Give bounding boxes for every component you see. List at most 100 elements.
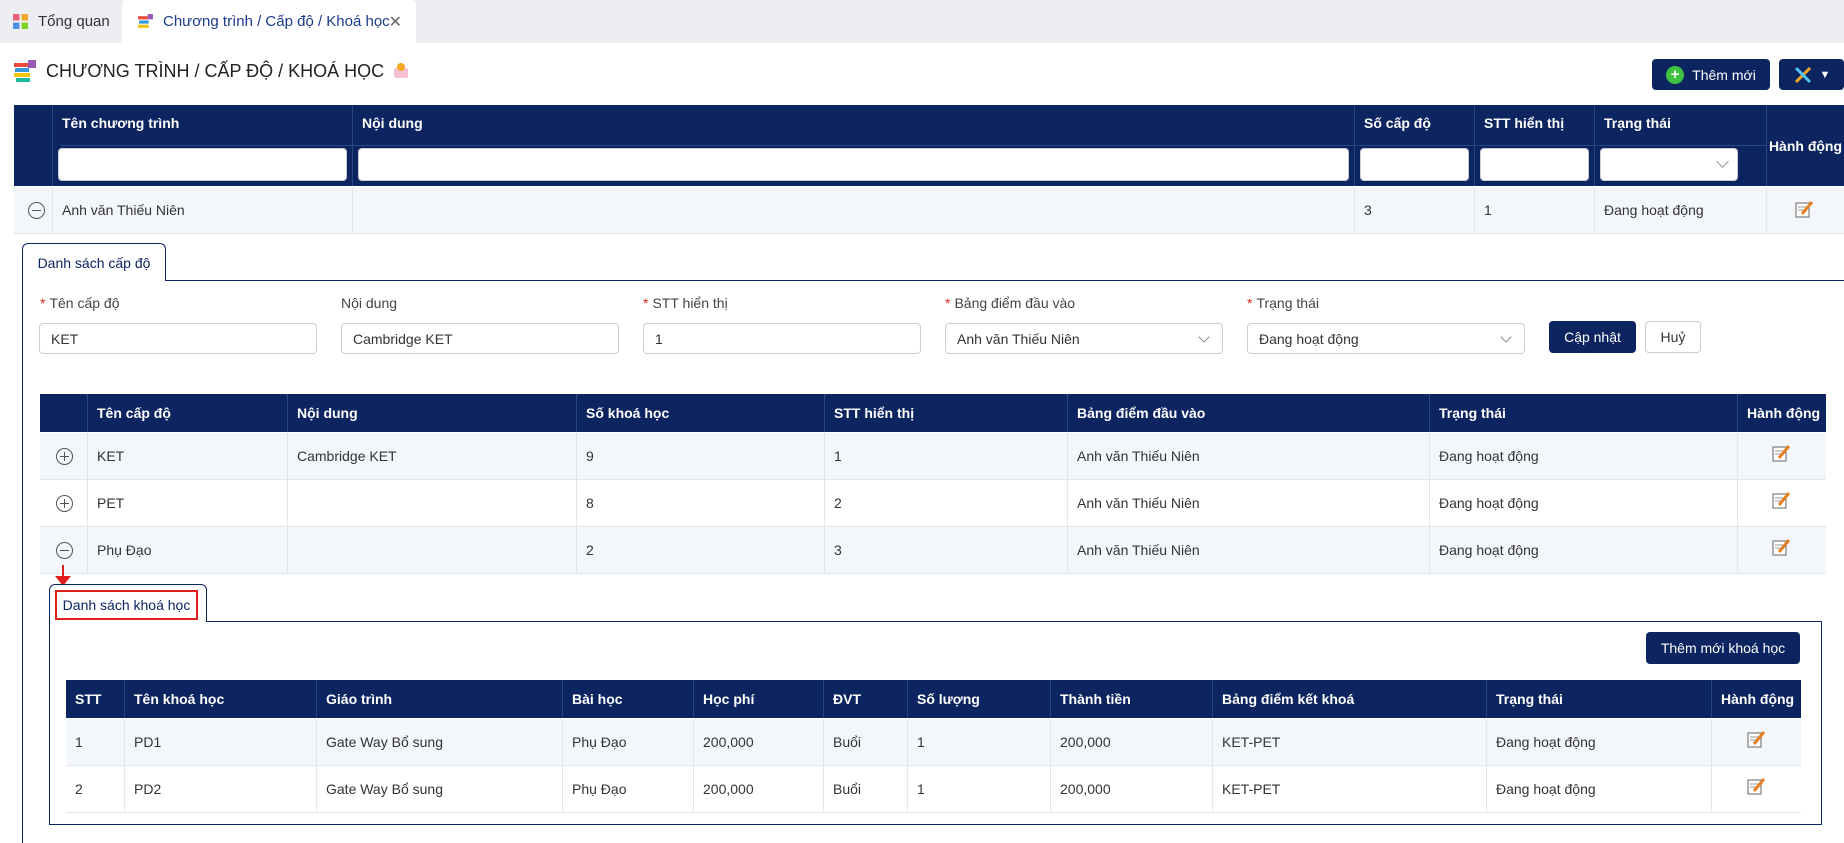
plus-circle-icon: +	[1666, 65, 1685, 84]
cancel-button[interactable]: Huỷ	[1645, 321, 1701, 353]
table-row[interactable]: Anh văn Thiếu Niên 3 1 Đang hoạt động	[14, 187, 1844, 234]
col-action: Hành động	[1766, 105, 1844, 186]
level-col-content: Nội dung	[287, 394, 576, 432]
col-status-label: Trạng thái	[1604, 115, 1671, 131]
program-levels-cell: 3	[1354, 187, 1474, 233]
edit-icon[interactable]	[1771, 537, 1791, 557]
program-name-cell: Anh văn Thiếu Niên	[52, 187, 352, 233]
course-fee-cell: 200,000	[693, 719, 823, 765]
level-order-cell: 2	[824, 480, 1067, 526]
col-display-order-label: STT hiển thị	[1484, 115, 1565, 131]
table-row[interactable]: 1 PD1 Gate Way Bổ sung Phụ Đạo 200,000 B…	[66, 719, 1801, 766]
level-content-input[interactable]: Cambridge KET	[341, 323, 619, 354]
edit-icon[interactable]	[1771, 443, 1791, 463]
course-col-status: Trạng thái	[1486, 680, 1711, 718]
course-status-cell: Đang hoạt động	[1486, 766, 1711, 812]
table-row[interactable]: 2 PD2 Gate Way Bổ sung Phụ Đạo 200,000 B…	[66, 766, 1801, 813]
level-content-label: Nội dung	[341, 295, 398, 311]
level-score-cell: Anh văn Thiếu Niên	[1067, 433, 1429, 479]
filter-display-order-input[interactable]	[1480, 148, 1589, 181]
edit-icon[interactable]	[1746, 729, 1766, 749]
expand-icon[interactable]	[56, 495, 73, 512]
level-col-action: Hành động	[1737, 394, 1826, 432]
tab-overview[interactable]: Tổng quan	[12, 0, 110, 43]
course-book-cell: Gate Way Bổ sung	[316, 766, 562, 812]
program-content-cell	[352, 187, 1354, 233]
level-name-cell: KET	[87, 433, 287, 479]
level-content-cell: Cambridge KET	[287, 433, 576, 479]
level-content-cell	[287, 480, 576, 526]
level-order-cell: 3	[824, 527, 1067, 573]
tab-level-list[interactable]: Danh sách cấp độ	[22, 243, 166, 281]
add-course-button[interactable]: Thêm mới khoá học	[1646, 632, 1800, 664]
level-score-cell: Anh văn Thiếu Niên	[1067, 480, 1429, 526]
collapse-icon[interactable]	[56, 542, 73, 559]
caret-down-icon: ▼	[1819, 68, 1831, 81]
level-status-select[interactable]: Đang hoạt động	[1247, 323, 1525, 354]
level-score-select[interactable]: Anh văn Thiếu Niên	[945, 323, 1223, 354]
course-col-action: Hành động	[1711, 680, 1801, 718]
level-col-course-count: Số khoá học	[576, 394, 824, 432]
table-row[interactable]: KET Cambridge KET 9 1 Anh văn Thiếu Niên…	[40, 433, 1826, 480]
level-courses-cell: 8	[576, 480, 824, 526]
table-row[interactable]: Phụ Đạo 2 3 Anh văn Thiếu Niên Đang hoạt…	[40, 527, 1826, 574]
add-new-label: Thêm mới	[1692, 66, 1756, 83]
course-table-header: STT Tên khoá học Giáo trình Bài học Học …	[66, 680, 1801, 718]
level-score-value: Anh văn Thiếu Niên	[957, 330, 1080, 347]
col-level-count-label: Số cấp độ	[1364, 115, 1431, 131]
level-order-input[interactable]: 1	[643, 323, 921, 354]
course-col-name: Tên khoá học	[124, 680, 316, 718]
edit-icon[interactable]	[1794, 199, 1814, 219]
add-new-button[interactable]: + Thêm mới	[1652, 59, 1770, 90]
course-col-unit: ĐVT	[823, 680, 907, 718]
tools-dropdown-button[interactable]: ▼	[1779, 59, 1844, 90]
level-order-cell: 1	[824, 433, 1067, 479]
col-action-label: Hành động	[1768, 137, 1843, 154]
level-status-cell: Đang hoạt động	[1429, 480, 1737, 526]
course-unit-cell: Buổi	[823, 719, 907, 765]
edit-icon[interactable]	[1746, 776, 1766, 796]
level-action-cell	[1737, 433, 1826, 479]
level-order-label: * STT hiển thị	[643, 295, 728, 311]
col-display-order: STT hiển thị	[1474, 105, 1594, 186]
filter-program-name-input[interactable]	[58, 148, 347, 181]
level-status-value: Đang hoạt động	[1259, 330, 1359, 347]
course-action-cell	[1711, 719, 1801, 765]
level-courses-cell: 2	[576, 527, 824, 573]
course-name-cell: PD2	[124, 766, 316, 812]
level-col-name: Tên cấp độ	[87, 394, 287, 432]
filter-status-select[interactable]	[1600, 148, 1738, 181]
col-content: Nội dung	[352, 105, 1354, 186]
update-button[interactable]: Cập nhật	[1549, 321, 1636, 353]
tab-level-list-label: Danh sách cấp độ	[37, 254, 151, 271]
level-name-label: * Tên cấp độ	[40, 295, 120, 311]
highlight-box: Danh sách khoá học	[55, 590, 198, 620]
course-fee-cell: 200,000	[693, 766, 823, 812]
filter-content-input[interactable]	[358, 148, 1349, 181]
level-col-status: Trạng thái	[1429, 394, 1737, 432]
course-col-stt: STT	[75, 691, 102, 707]
filter-level-count-input[interactable]	[1360, 148, 1469, 181]
col-content-label: Nội dung	[362, 115, 423, 131]
level-expand-col	[40, 394, 87, 432]
level-col-score: Bảng điểm đầu vào	[1067, 394, 1429, 432]
table-row[interactable]: PET 8 2 Anh văn Thiếu Niên Đang hoạt độn…	[40, 480, 1826, 527]
course-stt-cell: 1	[75, 734, 83, 750]
tab-course-list[interactable]: Danh sách khoá học	[49, 584, 207, 622]
collapse-icon[interactable]	[28, 202, 45, 219]
dashboard-icon	[13, 14, 28, 29]
program-action-cell	[1766, 187, 1844, 233]
tab-program-level-course[interactable]: Chương trình / Cấp độ / Khoá học ✕	[122, 0, 416, 43]
course-unit-cell: Buổi	[823, 766, 907, 812]
course-name-cell: PD1	[124, 719, 316, 765]
course-col-book: Giáo trình	[316, 680, 562, 718]
tab-program-label: Chương trình / Cấp độ / Khoá học	[163, 13, 390, 30]
course-score-cell: KET-PET	[1212, 719, 1486, 765]
close-icon[interactable]: ✕	[389, 12, 402, 32]
expand-icon[interactable]	[56, 448, 73, 465]
books-icon	[14, 60, 36, 82]
tools-icon	[1794, 66, 1811, 83]
course-action-cell	[1711, 766, 1801, 812]
level-name-input[interactable]: KET	[39, 323, 317, 354]
edit-icon[interactable]	[1771, 490, 1791, 510]
